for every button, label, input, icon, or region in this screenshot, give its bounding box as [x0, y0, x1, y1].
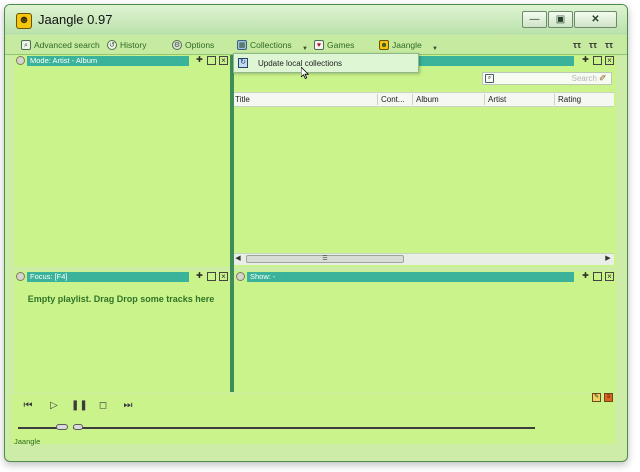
collections-menu: ↻ Update local collections — [233, 53, 419, 73]
column-header-rating[interactable]: Rating — [554, 94, 614, 105]
games-icon: ♥ — [314, 40, 324, 50]
player-bar: ⏮ ▷ ❚❚ ◻ ⏭ ✎ ≡ — [11, 393, 615, 444]
panel-menu-icon[interactable] — [16, 272, 25, 281]
search-input[interactable]: Search — [572, 74, 597, 83]
column-header-contents[interactable]: Cont... — [377, 94, 412, 105]
focus-panel: Focus: [F4] ✚ × — [14, 271, 230, 393]
close-panel-icon[interactable]: × — [605, 56, 614, 65]
add-icon[interactable]: ✚ — [581, 56, 590, 65]
jaangle-button[interactable]: ☻ Jaangle — [379, 38, 422, 52]
status-bar-text: Jaangle — [14, 437, 41, 446]
close-panel-icon[interactable]: × — [219, 56, 228, 65]
tracks-horizontal-scrollbar[interactable]: ◀ ☰ ▶ — [232, 253, 614, 265]
maximize-panel-icon[interactable] — [593, 56, 602, 65]
empty-playlist-message: Empty playlist. Drag Drop some tracks he… — [27, 294, 215, 304]
search-icon: ⌕ — [485, 74, 494, 83]
clear-search-icon[interactable]: ✐ — [599, 73, 610, 84]
collections-dropdown-icon[interactable]: ▼ — [302, 46, 308, 52]
advanced-search-label: Advanced search — [34, 40, 100, 50]
focus-panel-title: Focus: [F4] — [27, 272, 189, 282]
maximize-panel-icon[interactable] — [207, 56, 216, 65]
show-panel: Show: - ✚ × — [234, 271, 616, 393]
close-panel-icon[interactable]: × — [219, 272, 228, 281]
advanced-search-button[interactable]: ⌕ Advanced search — [21, 38, 100, 52]
column-header-artist[interactable]: Artist — [484, 94, 554, 105]
maximize-panel-icon[interactable] — [207, 272, 216, 281]
mode-panel-controls: ✚ × — [195, 56, 228, 65]
gear-icon: ⚙ — [172, 40, 182, 50]
panel-menu-icon[interactable] — [16, 56, 25, 65]
scrollbar-thumb[interactable]: ☰ — [246, 255, 404, 263]
maximize-panel-icon[interactable] — [593, 272, 602, 281]
column-header-title[interactable]: Title — [232, 94, 377, 105]
games-label: Games — [327, 40, 355, 50]
panel-menu-icon[interactable] — [236, 272, 245, 281]
close-button[interactable]: ✕ — [574, 11, 617, 28]
track-search-box[interactable]: ⌕ Search ✐ — [482, 72, 612, 85]
pause-icon[interactable]: ❚❚ — [71, 400, 88, 412]
history-icon: ↺ — [107, 40, 117, 50]
window-title: Jaangle 0.97 — [38, 12, 113, 27]
mouse-cursor-icon — [301, 67, 309, 79]
options-button[interactable]: ⚙ Options — [172, 38, 214, 52]
scroll-left-icon[interactable]: ◀ — [233, 254, 243, 264]
jaangle-label: Jaangle — [392, 40, 422, 50]
history-button[interactable]: ↺ History — [107, 38, 146, 52]
collections-button[interactable]: ▦ Collections — [237, 38, 292, 52]
collections-label: Collections — [250, 40, 292, 50]
window-controls: — ▣ ✕ — [522, 11, 617, 28]
advanced-search-icon: ⌕ — [21, 40, 31, 50]
add-icon[interactable]: ✚ — [195, 272, 204, 281]
show-panel-title: Show: - — [247, 272, 574, 282]
position-slider-knob[interactable] — [73, 424, 83, 430]
jaangle-app-icon: ☻ — [16, 13, 32, 29]
tracks-panel-controls: ✚ × — [581, 56, 614, 65]
layout-3-icon[interactable]: ττ — [605, 40, 613, 50]
add-icon[interactable]: ✚ — [581, 272, 590, 281]
lyrics-icon[interactable]: ✎ — [592, 393, 601, 402]
layout-1-icon[interactable]: ττ — [573, 40, 581, 50]
show-panel-header: Show: - ✚ × — [234, 271, 616, 282]
position-slider[interactable] — [73, 424, 535, 430]
mode-panel-title: Mode: Artist - Album — [27, 56, 189, 66]
play-icon[interactable]: ▷ — [47, 400, 61, 412]
collections-icon: ▦ — [237, 40, 247, 50]
close-panel-icon[interactable]: × — [605, 272, 614, 281]
tracks-panel: ✚ × — [234, 55, 616, 267]
column-header-album[interactable]: Album — [412, 94, 484, 105]
equalizer-icon[interactable]: ≡ — [604, 393, 613, 402]
mode-panel-header: Mode: Artist - Album ✚ × — [14, 55, 230, 66]
show-panel-controls: ✚ × — [581, 272, 614, 281]
maximize-button[interactable]: ▣ — [548, 11, 573, 28]
options-label: Options — [185, 40, 215, 50]
mode-panel: Mode: Artist - Album ✚ × — [14, 55, 230, 267]
title-bar: ☻ Jaangle 0.97 — ▣ ✕ — [5, 5, 627, 35]
minimize-button[interactable]: — — [522, 11, 547, 28]
focus-panel-header: Focus: [F4] ✚ × — [14, 271, 230, 282]
history-label: History — [120, 40, 147, 50]
volume-slider-knob[interactable] — [56, 424, 68, 430]
scroll-right-icon[interactable]: ▶ — [603, 254, 613, 264]
tracks-table-header: Title Cont... Album Artist Rating — [232, 92, 614, 107]
jaangle-dropdown-icon[interactable]: ▼ — [432, 46, 438, 52]
refresh-icon: ↻ — [238, 58, 248, 68]
focus-panel-controls: ✚ × — [195, 272, 228, 281]
add-icon[interactable]: ✚ — [195, 56, 204, 65]
previous-track-icon[interactable]: ⏮ — [21, 400, 35, 412]
volume-slider[interactable] — [18, 424, 68, 430]
jaangle-icon: ☻ — [379, 40, 389, 50]
stop-icon[interactable]: ◻ — [96, 400, 110, 412]
next-track-icon[interactable]: ⏭ — [121, 400, 135, 412]
layout-2-icon[interactable]: ττ — [589, 40, 597, 50]
games-button[interactable]: ♥ Games — [314, 38, 354, 52]
